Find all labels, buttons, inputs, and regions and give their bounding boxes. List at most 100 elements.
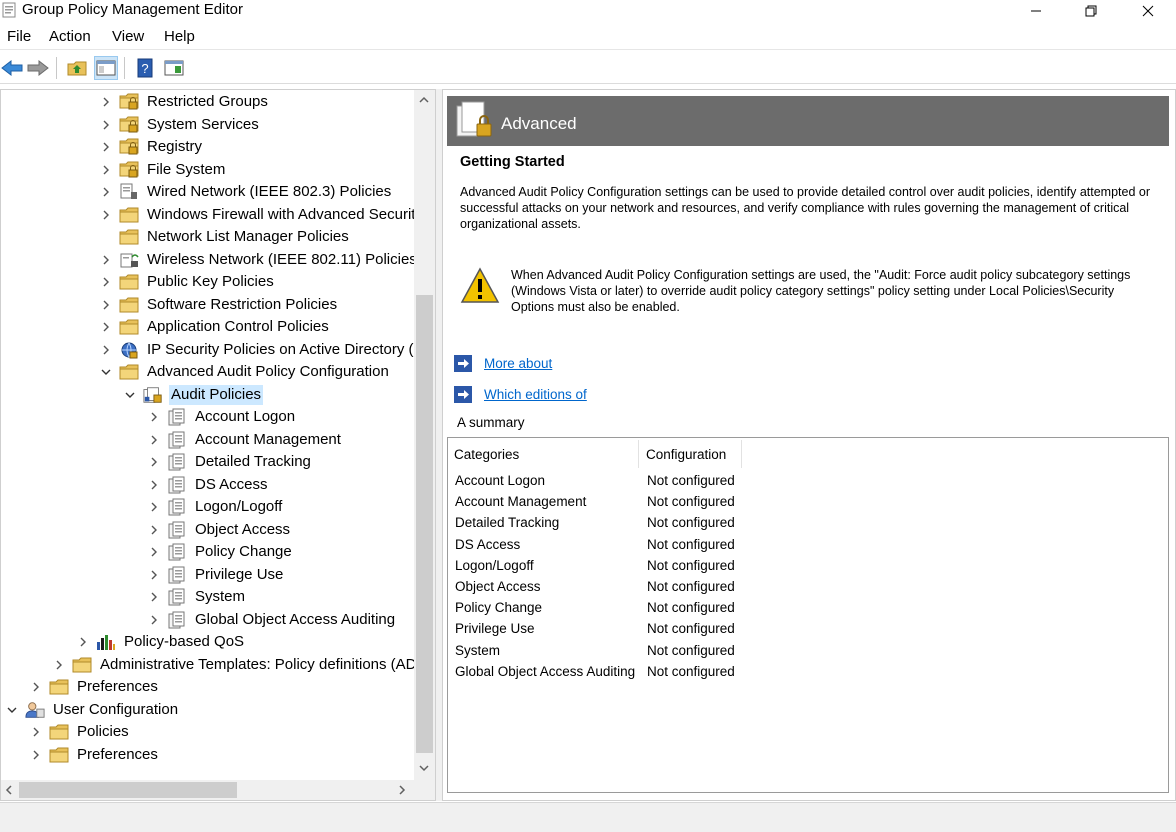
tree-expander[interactable] — [29, 725, 43, 739]
table-cell-configuration[interactable]: Not configured — [647, 470, 735, 491]
table-cell-configuration[interactable]: Not configured — [647, 640, 735, 661]
table-cell-configuration[interactable]: Not configured — [647, 576, 735, 597]
forward-button[interactable] — [26, 56, 50, 80]
tree-item-global-object-access-auditing[interactable]: Global Object Access Auditing — [147, 609, 397, 631]
tree-expander[interactable] — [99, 365, 113, 379]
tree-expander[interactable] — [99, 343, 113, 357]
show-hide-console-tree-button[interactable] — [94, 56, 118, 80]
tree-item-policy-based-qos[interactable]: Policy-based QoS — [76, 631, 246, 653]
tree-item-administrative-templates-policy-definitions-ad[interactable]: Administrative Templates: Policy definit… — [52, 654, 419, 676]
table-cell-configuration[interactable]: Not configured — [647, 661, 735, 682]
tree-item-account-logon[interactable]: Account Logon — [147, 406, 297, 428]
tree-expander[interactable] — [99, 253, 113, 267]
tree-expander[interactable] — [147, 545, 161, 559]
tree-item-restricted-groups[interactable]: Restricted Groups — [99, 91, 270, 113]
menu-action[interactable]: Action — [49, 28, 91, 46]
back-button[interactable] — [0, 56, 24, 80]
tree-item-audit-policies[interactable]: Audit Policies — [123, 384, 264, 406]
tree-item-public-key-policies[interactable]: Public Key Policies — [99, 271, 276, 293]
tree-expander[interactable] — [99, 275, 113, 289]
menu-help[interactable]: Help — [164, 28, 195, 46]
tree-item-policies[interactable]: Policies — [29, 721, 131, 743]
tree-item-wireless-network-ieee-802-11-policies[interactable]: Wireless Network (IEEE 802.11) Policies — [99, 249, 419, 271]
tree-expander[interactable] — [147, 478, 161, 492]
table-cell-category[interactable]: Logon/Logoff — [455, 555, 534, 576]
tree-item-user-configuration[interactable]: User Configuration — [5, 699, 180, 721]
tree-item-system-services[interactable]: System Services — [99, 114, 261, 136]
tree-item-wired-network-ieee-802-3-policies[interactable]: Wired Network (IEEE 802.3) Policies — [99, 181, 393, 203]
tree-item-account-management[interactable]: Account Management — [147, 429, 343, 451]
which-editions-link[interactable]: Which editions of — [484, 387, 587, 402]
tree-item-logon-logoff[interactable]: Logon/Logoff — [147, 496, 284, 518]
table-cell-category[interactable]: Privilege Use — [455, 618, 535, 639]
tree-expander[interactable] — [147, 613, 161, 627]
restore-button[interactable] — [1068, 0, 1114, 22]
tree-item-windows-firewall-with-advanced-securit[interactable]: Windows Firewall with Advanced Securit — [99, 204, 417, 226]
table-cell-configuration[interactable]: Not configured — [647, 597, 735, 618]
tree-expander[interactable] — [99, 185, 113, 199]
tree-item-policy-change[interactable]: Policy Change — [147, 541, 294, 563]
up-one-level-button[interactable] — [65, 56, 89, 80]
help-button[interactable]: ? — [133, 56, 157, 80]
tree-expander[interactable] — [147, 410, 161, 424]
table-cell-category[interactable]: DS Access — [455, 534, 520, 555]
tree-vertical-scrollbar[interactable] — [414, 90, 435, 783]
minimize-button[interactable] — [1013, 0, 1059, 22]
tree-expander[interactable] — [52, 658, 66, 672]
tree-horizontal-scrollbar[interactable] — [1, 780, 414, 800]
menu-view[interactable]: View — [112, 28, 144, 46]
tree-expander[interactable] — [147, 590, 161, 604]
tree-expander[interactable] — [147, 523, 161, 537]
tree-item-preferences[interactable]: Preferences — [29, 744, 160, 766]
menu-file[interactable]: File — [7, 28, 31, 46]
tree-expander[interactable] — [147, 568, 161, 582]
tree-expander[interactable] — [99, 140, 113, 154]
table-cell-configuration[interactable]: Not configured — [647, 512, 735, 533]
scroll-left-icon[interactable] — [5, 785, 13, 795]
tree-expander[interactable] — [123, 388, 137, 402]
tree-expander[interactable] — [99, 298, 113, 312]
table-cell-configuration[interactable]: Not configured — [647, 491, 735, 512]
tree-item-network-list-manager-policies[interactable]: Network List Manager Policies — [99, 226, 351, 248]
tree-expander[interactable] — [5, 703, 19, 717]
show-action-pane-button[interactable] — [162, 56, 186, 80]
scroll-right-icon[interactable] — [398, 785, 406, 795]
table-cell-category[interactable]: Global Object Access Auditing — [455, 661, 635, 682]
tree-item-file-system[interactable]: File System — [99, 159, 227, 181]
scroll-down-icon[interactable] — [419, 764, 429, 772]
tree-item-system[interactable]: System — [147, 586, 247, 608]
tree-item-ds-access[interactable]: DS Access — [147, 474, 270, 496]
tree-item-detailed-tracking[interactable]: Detailed Tracking — [147, 451, 313, 473]
table-cell-configuration[interactable]: Not configured — [647, 534, 735, 555]
more-about-link[interactable]: More about — [484, 356, 552, 371]
console-tree[interactable]: Restricted Groups System Services Registry… — [0, 89, 436, 801]
tree-expander[interactable] — [99, 95, 113, 109]
table-cell-configuration[interactable]: Not configured — [647, 555, 735, 576]
table-cell-configuration[interactable]: Not configured — [647, 618, 735, 639]
table-cell-category[interactable]: Account Management — [455, 491, 586, 512]
tree-item-preferences[interactable]: Preferences — [29, 676, 160, 698]
tree-item-registry[interactable]: Registry — [99, 136, 204, 158]
tree-expander[interactable] — [99, 118, 113, 132]
tree-item-application-control-policies[interactable]: Application Control Policies — [99, 316, 331, 338]
tree-vertical-scroll-thumb[interactable] — [416, 295, 433, 753]
tree-expander[interactable] — [99, 208, 113, 222]
tree-expander[interactable] — [29, 748, 43, 762]
table-cell-category[interactable]: Account Logon — [455, 470, 545, 491]
tree-expander[interactable] — [99, 163, 113, 177]
tree-item-privilege-use[interactable]: Privilege Use — [147, 564, 285, 586]
tree-item-software-restriction-policies[interactable]: Software Restriction Policies — [99, 294, 339, 316]
tree-expander[interactable] — [147, 455, 161, 469]
tree-expander[interactable] — [29, 680, 43, 694]
table-cell-category[interactable]: System — [455, 640, 500, 661]
table-cell-category[interactable]: Object Access — [455, 576, 541, 597]
tree-expander[interactable] — [76, 635, 90, 649]
table-cell-category[interactable]: Detailed Tracking — [455, 512, 559, 533]
tree-item-object-access[interactable]: Object Access — [147, 519, 292, 541]
table-cell-category[interactable]: Policy Change — [455, 597, 542, 618]
tree-item-ip-security-policies-on-active-directory-i[interactable]: IP Security Policies on Active Directory… — [99, 339, 420, 361]
column-header-configuration[interactable]: Configuration — [640, 440, 742, 468]
tree-expander[interactable] — [147, 500, 161, 514]
tree-expander[interactable] — [147, 433, 161, 447]
tree-item-advanced-audit-policy-configuration[interactable]: Advanced Audit Policy Configuration — [99, 361, 391, 383]
